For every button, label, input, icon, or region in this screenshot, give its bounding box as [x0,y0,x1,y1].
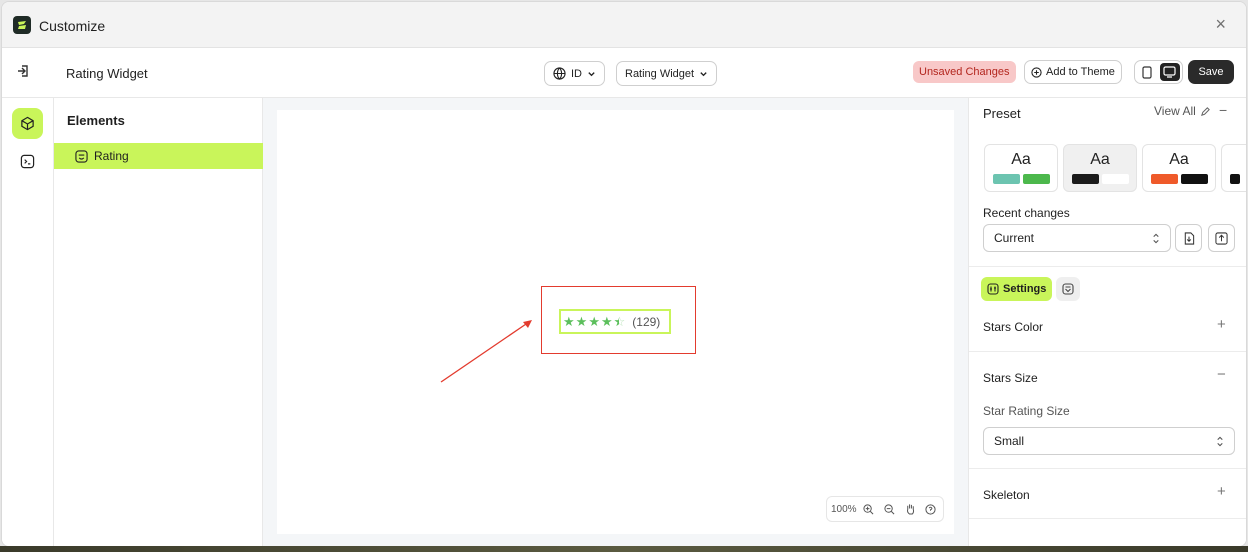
preset-card[interactable]: Aa [1063,144,1137,192]
rating-element-icon [75,149,88,163]
preset-title: Preset [983,106,1021,121]
left-rail [2,98,54,546]
recent-changes-label: Recent changes [983,206,1070,220]
star-full-icon: ★ [563,314,575,329]
divider [969,468,1246,469]
mobile-icon [1142,65,1152,79]
language-value: ID [571,67,582,80]
star-rating-size-label: Star Rating Size [983,404,1070,418]
zoom-controls: 100% [826,496,944,522]
upload-icon [1215,231,1228,245]
divider [969,266,1246,267]
preset-swatch [1072,174,1099,184]
title-bar: Customize × [2,2,1246,48]
mobile-view-button[interactable] [1137,63,1158,81]
add-to-theme-label: Add to Theme [1046,66,1115,78]
preset-card-label: Aa [1090,151,1110,168]
zoom-out-icon[interactable] [881,500,898,518]
element-item-rating[interactable]: Rating [54,143,263,169]
add-to-theme-button[interactable]: Add to Theme [1024,60,1122,84]
rating-count: (129) [632,314,661,329]
divider [969,518,1246,519]
desktop-icon [1163,66,1176,78]
language-select[interactable]: ID [544,61,605,86]
template-select[interactable]: Rating Widget [616,61,718,86]
device-toggle [1134,60,1183,84]
file-import-icon [1184,231,1194,245]
style-icon [1062,283,1074,295]
elements-title: Elements [67,113,125,128]
star-full-icon: ★ [588,314,600,329]
zoom-level: 100% [831,503,857,515]
view-all-label: View All [1154,104,1196,118]
elements-tab-button[interactable] [12,108,43,139]
recent-changes-select[interactable]: Current [983,224,1171,252]
desktop-view-button[interactable] [1159,63,1180,81]
elements-panel: Elements Rating [54,98,263,546]
template-value: Rating Widget [625,67,695,80]
preset-swatch [1023,174,1050,184]
preset-card[interactable] [1221,144,1246,192]
star-rating-size-value: Small [994,434,1025,448]
view-all-link[interactable]: View All [1154,104,1211,118]
app-logo-icon [13,16,31,34]
preset-swatch [1230,174,1240,184]
preset-card[interactable]: Aa [984,144,1058,192]
element-item-label: Rating [94,149,129,163]
plus-circle-icon [1031,66,1042,78]
collapse-stars-size-icon[interactable]: − [1217,366,1226,383]
tab-settings[interactable]: Settings [981,277,1053,301]
stars-color-section[interactable]: Stars Color [983,320,1043,334]
close-icon[interactable]: × [1215,15,1226,33]
skeleton-section[interactable]: Skeleton [983,488,1030,502]
page-name: Rating Widget [66,66,148,81]
expand-stars-color-icon[interactable]: + [1217,316,1226,333]
divider [969,351,1246,352]
cube-icon [21,116,34,131]
chevron-updown-icon [1217,436,1223,446]
code-tab-button[interactable] [12,146,43,177]
globe-icon [553,67,566,80]
terminal-icon [20,154,35,169]
unsaved-changes-badge: Unsaved Changes [913,61,1016,83]
collapse-preset-icon[interactable]: − [1219,102,1227,118]
preset-swatch [993,174,1020,184]
zoom-in-icon[interactable] [861,500,878,518]
pan-hand-icon[interactable] [902,500,919,518]
settings-icon [987,283,999,295]
preset-card-label: Aa [1169,151,1189,168]
star-rating-size-select[interactable]: Small [983,427,1235,455]
tab-settings-label: Settings [1003,283,1047,295]
save-button[interactable]: Save [1188,60,1234,84]
edit-icon [1200,106,1210,116]
preset-card-label: Aa [1011,151,1031,168]
star-full-icon: ★ [575,314,588,329]
star-half-icon: ☆★ [613,314,626,329]
tab-style[interactable] [1056,277,1080,301]
canvas-area: ★ ★ ★ ★ ☆★ (129) 100% [263,98,968,546]
chevron-updown-icon [1153,233,1159,243]
stars-size-section[interactable]: Stars Size [983,371,1038,385]
preset-swatch [1181,174,1208,184]
rating-widget[interactable]: ★ ★ ★ ★ ☆★ (129) [559,309,671,334]
exit-icon[interactable] [16,63,32,82]
top-toolbar: Rating Widget ID Rating Widget Unsaved C… [2,48,1246,98]
star-full-icon: ★ [600,314,613,329]
preset-swatch [1151,174,1178,184]
customize-window: Customize × Rating Widget ID Rating Widg… [1,1,1247,547]
preview-frame: ★ ★ ★ ★ ☆★ (129) 100% [277,110,954,534]
chevron-down-icon [588,72,595,77]
desktop-background-strip [0,546,1248,552]
preset-card[interactable]: Aa [1142,144,1216,192]
export-button[interactable] [1208,224,1235,252]
window-title: Customize [39,18,106,34]
right-panel: Preset View All − Aa Aa Aa Recent change… [968,98,1246,546]
recent-changes-value: Current [994,231,1035,245]
help-icon[interactable] [922,500,939,518]
import-button[interactable] [1175,224,1202,252]
expand-skeleton-icon[interactable]: + [1217,483,1226,500]
chevron-down-icon [700,72,707,77]
preset-swatch [1102,174,1129,184]
